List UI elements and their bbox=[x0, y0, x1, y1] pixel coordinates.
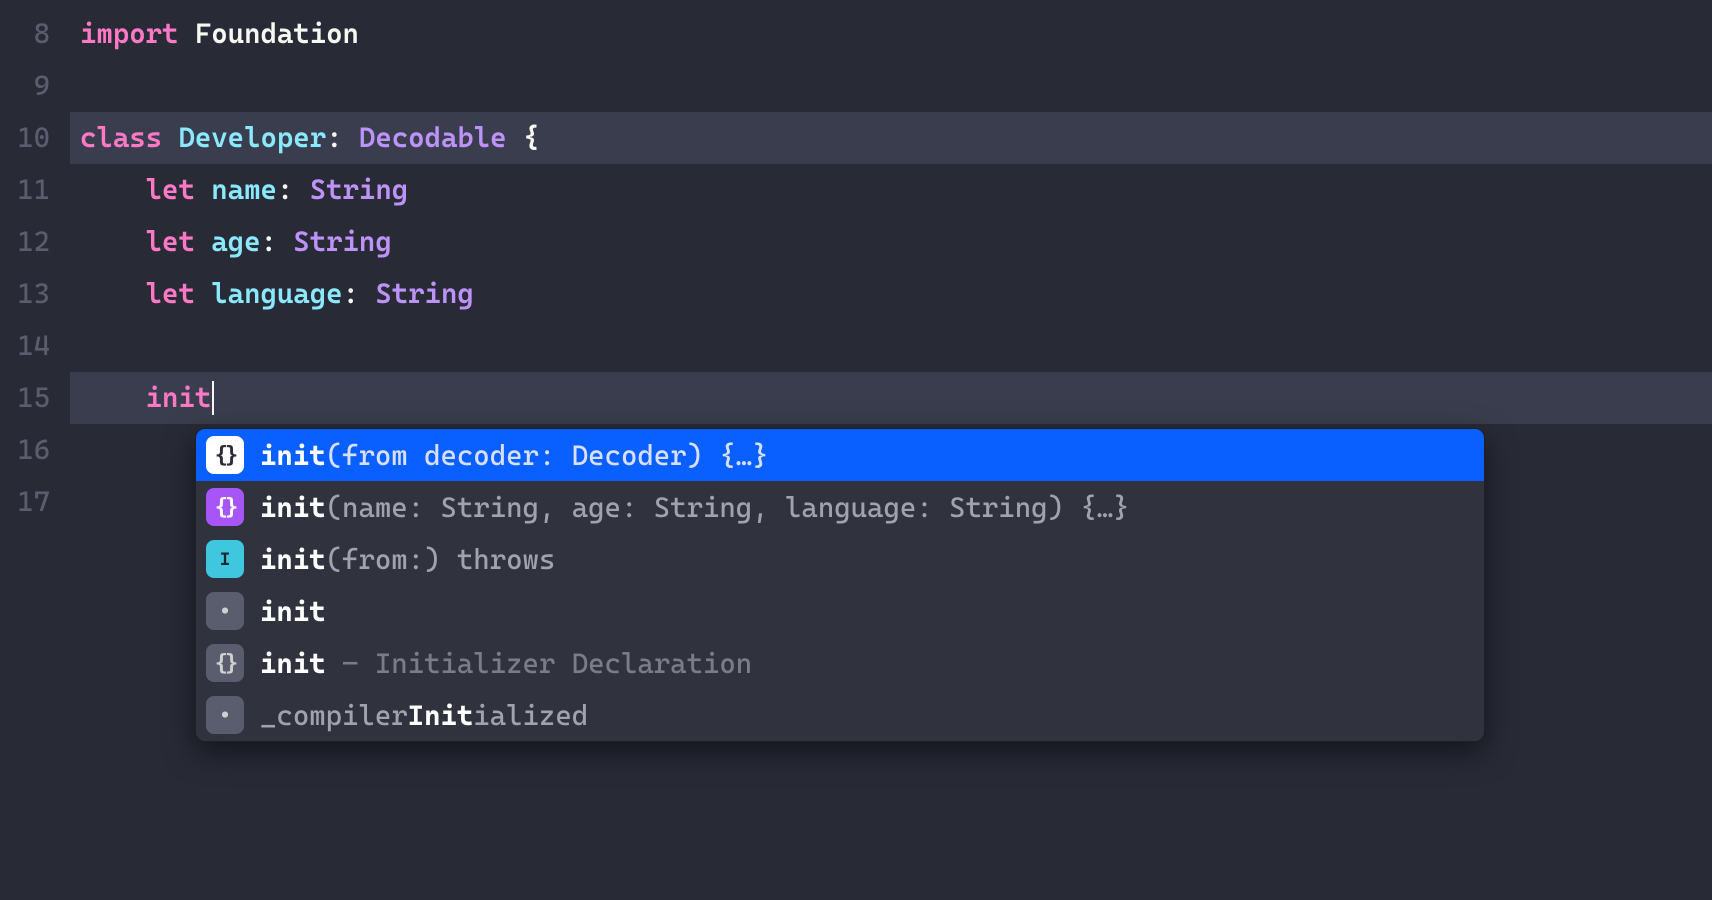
code-line[interactable]: init bbox=[70, 372, 1712, 424]
completion-item-compiler-initialized[interactable]: • _compilerInitialized bbox=[196, 689, 1484, 741]
code-text-area[interactable]: import Foundation class Developer: Decod… bbox=[70, 0, 1712, 900]
open-brace: { bbox=[523, 121, 539, 154]
completion-label: init(name: String, age: String, language… bbox=[260, 491, 1130, 524]
keyword-let: let bbox=[146, 277, 195, 310]
colon: : bbox=[326, 121, 342, 154]
autocomplete-popup: {} init(from decoder: Decoder) {…} {} in… bbox=[195, 428, 1485, 742]
line-number: 14 bbox=[8, 320, 50, 372]
dot-icon: • bbox=[206, 696, 244, 734]
line-number: 13 bbox=[8, 268, 50, 320]
type-name: String bbox=[293, 225, 391, 258]
colon: : bbox=[343, 277, 359, 310]
code-line[interactable] bbox=[70, 320, 1712, 372]
code-line[interactable]: let age: String bbox=[70, 216, 1712, 268]
identifier-foundation: Foundation bbox=[195, 17, 359, 50]
keyword-class: class bbox=[80, 121, 162, 154]
line-number: 11 bbox=[8, 164, 50, 216]
code-line[interactable]: import Foundation bbox=[70, 8, 1712, 60]
completion-item-init-decoder[interactable]: {} init(from decoder: Decoder) {…} bbox=[196, 429, 1484, 481]
property-name: language bbox=[211, 277, 342, 310]
line-number-gutter: 8 9 10 11 12 13 14 15 16 17 bbox=[0, 0, 70, 900]
completion-label: init(from decoder: Decoder) {…} bbox=[260, 439, 769, 472]
type-name: String bbox=[375, 277, 473, 310]
line-number: 12 bbox=[8, 216, 50, 268]
code-editor: 8 9 10 11 12 13 14 15 16 17 import Found… bbox=[0, 0, 1712, 900]
property-name: name bbox=[211, 173, 277, 206]
class-name: Developer bbox=[178, 121, 326, 154]
completion-label: init – Initializer Declaration bbox=[260, 647, 752, 680]
property-name: age bbox=[211, 225, 260, 258]
completion-label: init bbox=[260, 595, 326, 628]
line-number: 8 bbox=[8, 8, 50, 60]
braces-icon: {} bbox=[206, 644, 244, 682]
completion-item-init-memberwise[interactable]: {} init(name: String, age: String, langu… bbox=[196, 481, 1484, 533]
line-number: 17 bbox=[8, 476, 50, 528]
completion-item-init-throws[interactable]: I init(from:) throws bbox=[196, 533, 1484, 585]
braces-icon: {} bbox=[206, 488, 244, 526]
dot-icon: • bbox=[206, 592, 244, 630]
colon: : bbox=[277, 173, 293, 206]
completion-item-init[interactable]: • init bbox=[196, 585, 1484, 637]
completion-label: init(from:) throws bbox=[260, 543, 555, 576]
code-line[interactable]: let language: String bbox=[70, 268, 1712, 320]
code-line[interactable] bbox=[70, 60, 1712, 112]
protocol-name: Decodable bbox=[359, 121, 507, 154]
keyword-import: import bbox=[80, 17, 178, 50]
line-number: 15 bbox=[8, 372, 50, 424]
line-number: 9 bbox=[8, 60, 50, 112]
code-line[interactable]: class Developer: Decodable { bbox=[70, 112, 1712, 164]
initializer-icon: I bbox=[206, 540, 244, 578]
line-number: 16 bbox=[8, 424, 50, 476]
completion-label: _compilerInitialized bbox=[260, 699, 588, 732]
completion-item-init-declaration[interactable]: {} init – Initializer Declaration bbox=[196, 637, 1484, 689]
colon: : bbox=[260, 225, 276, 258]
keyword-init: init bbox=[146, 381, 212, 414]
braces-icon: {} bbox=[206, 436, 244, 474]
code-line[interactable]: let name: String bbox=[70, 164, 1712, 216]
line-number: 10 bbox=[8, 112, 50, 164]
text-cursor bbox=[212, 381, 214, 415]
type-name: String bbox=[310, 173, 408, 206]
keyword-let: let bbox=[146, 225, 195, 258]
keyword-let: let bbox=[146, 173, 195, 206]
